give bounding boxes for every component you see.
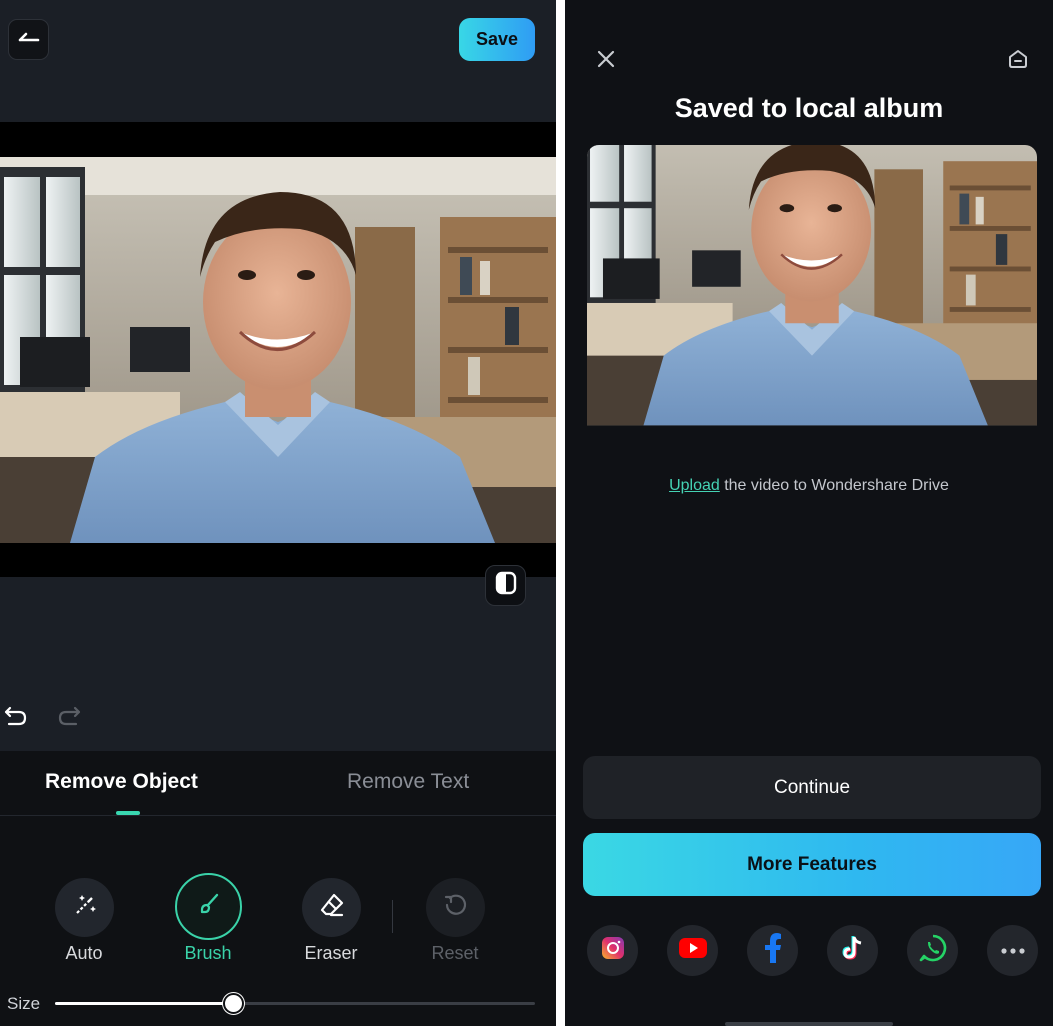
- back-arrow-icon: [18, 30, 40, 49]
- saved-dialog: Saved to local album Upload the video to…: [565, 0, 1053, 1026]
- magic-wand-icon: [71, 891, 99, 924]
- save-button[interactable]: Save: [459, 18, 535, 61]
- size-slider[interactable]: [55, 993, 535, 1014]
- size-slider-thumb[interactable]: [222, 993, 244, 1014]
- reset-icon: [442, 891, 470, 924]
- tab-divider: [0, 815, 556, 816]
- redo-icon: [57, 705, 81, 732]
- share-whatsapp-button[interactable]: [907, 925, 958, 976]
- size-slider-fill: [55, 1002, 233, 1005]
- whatsapp-icon: [918, 933, 948, 968]
- close-icon: [596, 49, 616, 74]
- preview-image[interactable]: [0, 157, 556, 543]
- size-label: Size: [7, 994, 41, 1013]
- drive-icon: [1007, 48, 1029, 75]
- youtube-icon: [678, 938, 707, 963]
- dialog-title: Saved to local album: [674, 93, 944, 123]
- more-icon: [1000, 942, 1026, 960]
- tool-separator: [392, 900, 393, 933]
- saved-thumbnail: [587, 145, 1037, 448]
- share-more-button[interactable]: [987, 925, 1038, 976]
- eraser-tool-label: Eraser: [304, 943, 358, 963]
- undo-button[interactable]: [2, 704, 30, 732]
- reset-tool-label: Reset: [431, 943, 479, 963]
- continue-button[interactable]: Continue: [583, 756, 1041, 819]
- brush-tool-label: Brush: [184, 943, 232, 963]
- tiktok-icon: [841, 935, 865, 966]
- editor-screen: Save Remove Object Remove Text Auto Brus…: [0, 0, 556, 1026]
- brush-tool-button[interactable]: [175, 873, 242, 940]
- upload-link[interactable]: Upload: [669, 477, 720, 494]
- eraser-icon: [318, 891, 346, 924]
- undo-icon: [4, 705, 28, 732]
- upload-text: the video to Wondershare Drive: [719, 477, 949, 494]
- home-indicator: [725, 1022, 893, 1026]
- upload-prompt: Upload the video to Wondershare Drive: [565, 477, 1053, 495]
- eraser-tool-button[interactable]: [302, 878, 361, 937]
- tab-remove-object[interactable]: Remove Object: [45, 770, 198, 794]
- back-button[interactable]: [8, 19, 49, 60]
- share-tiktok-button[interactable]: [827, 925, 878, 976]
- compare-button[interactable]: [485, 565, 526, 606]
- redo-button[interactable]: [55, 704, 83, 732]
- reset-tool-button[interactable]: [426, 878, 485, 937]
- facebook-icon: [764, 933, 782, 968]
- compare-icon: [493, 570, 519, 601]
- close-button[interactable]: [593, 48, 619, 74]
- instagram-icon: [600, 935, 626, 966]
- auto-tool-label: Auto: [65, 943, 103, 963]
- brush-icon: [196, 891, 222, 922]
- share-instagram-button[interactable]: [587, 925, 638, 976]
- share-facebook-button[interactable]: [747, 925, 798, 976]
- drive-button[interactable]: [1005, 48, 1031, 74]
- tab-remove-text[interactable]: Remove Text: [347, 770, 469, 794]
- share-youtube-button[interactable]: [667, 925, 718, 976]
- more-features-button[interactable]: More Features: [583, 833, 1041, 896]
- auto-tool-button[interactable]: [55, 878, 114, 937]
